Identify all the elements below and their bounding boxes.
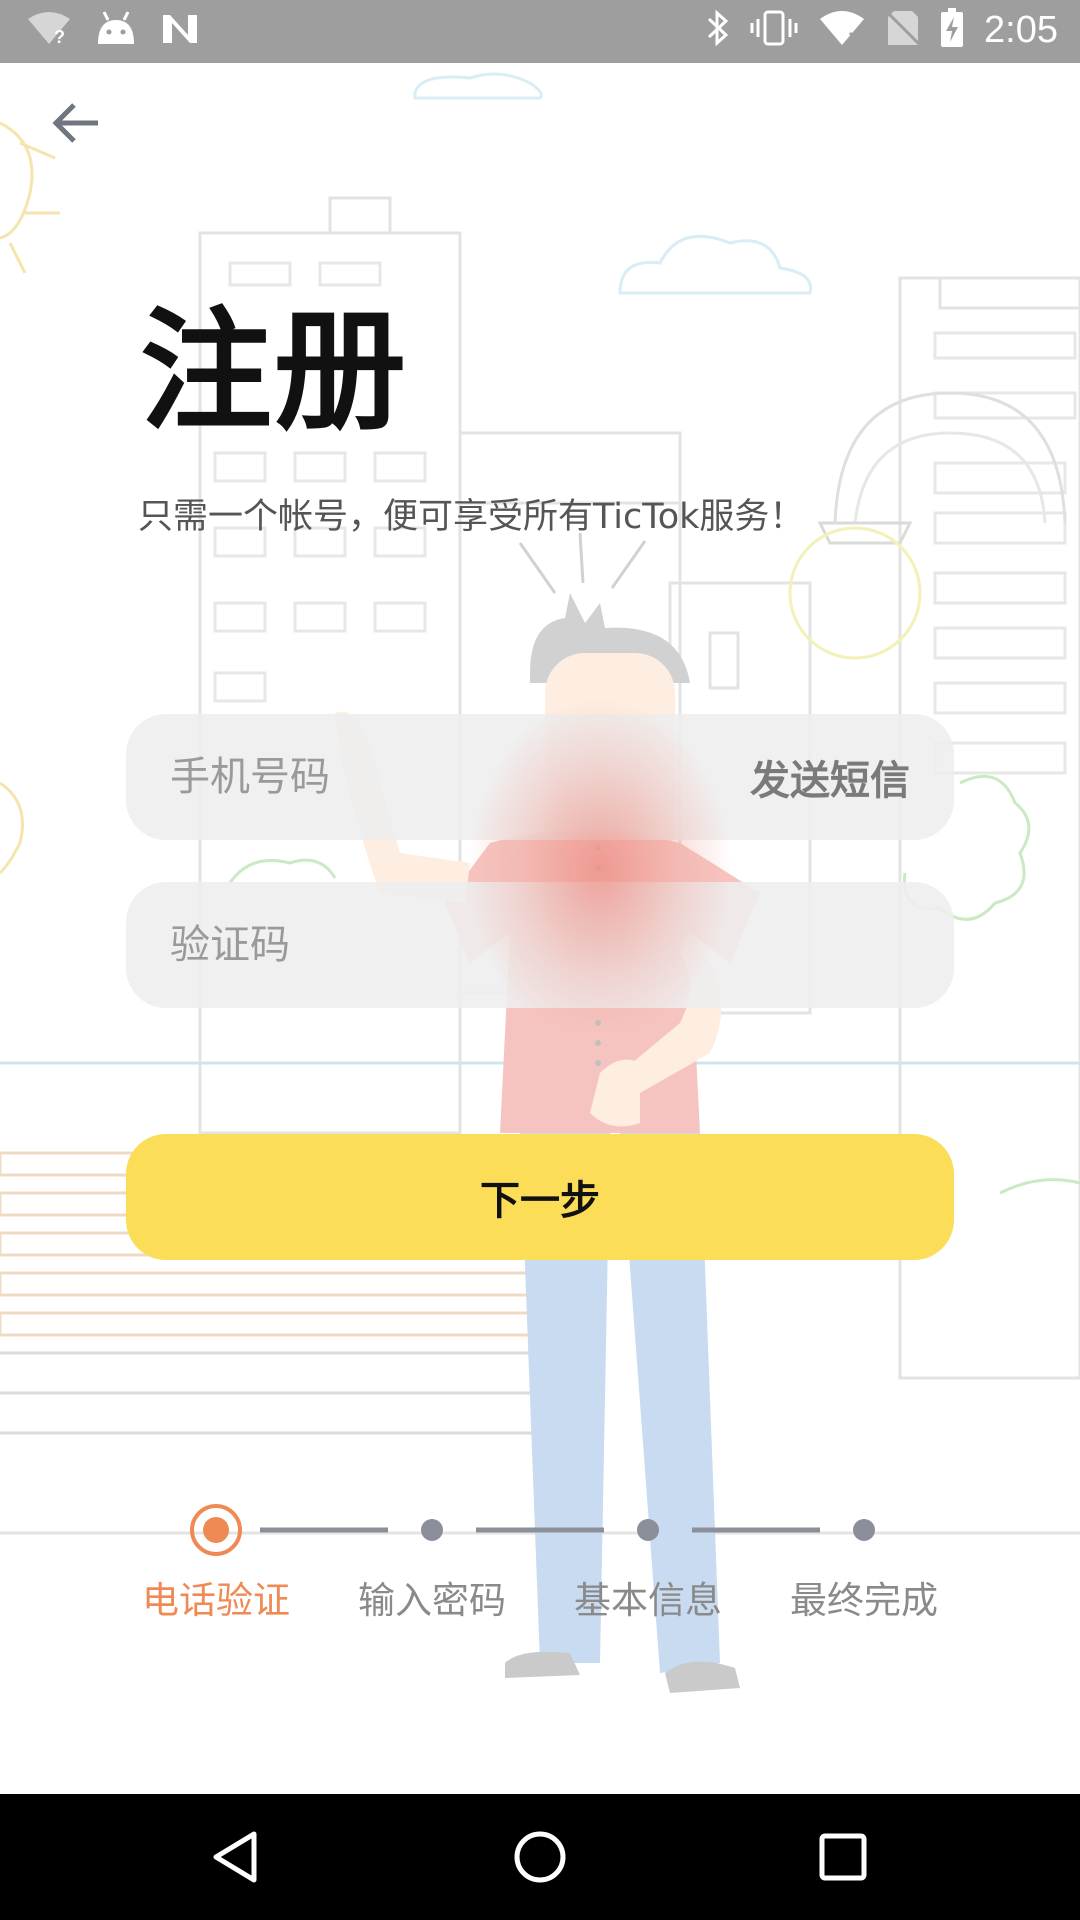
nav-home-icon bbox=[512, 1829, 568, 1889]
verification-code-input[interactable] bbox=[170, 922, 910, 968]
status-bar: ? 2:05 bbox=[0, 0, 1080, 63]
step-label-basic-info: 基本信息 bbox=[574, 1579, 722, 1622]
nav-recents-button[interactable] bbox=[808, 1824, 878, 1894]
nav-back-button[interactable] bbox=[200, 1824, 270, 1894]
n-icon bbox=[160, 11, 200, 49]
no-sim-icon bbox=[884, 9, 922, 51]
progress-steps: 电话验证 输入密码 基本信息 最终完成 bbox=[0, 1500, 1080, 1630]
status-time: 2:05 bbox=[984, 8, 1058, 51]
page-title: 注册 bbox=[140, 295, 408, 449]
battery-charging-icon bbox=[940, 8, 964, 52]
verification-code-field bbox=[126, 882, 954, 1008]
step-2-dot bbox=[421, 1519, 443, 1541]
navigation-bar bbox=[0, 1794, 1080, 1920]
android-icon bbox=[94, 10, 138, 50]
nav-recents-icon bbox=[818, 1832, 868, 1886]
send-sms-button[interactable]: 发送短信 bbox=[750, 748, 910, 806]
vibrate-icon bbox=[750, 9, 798, 51]
phone-input[interactable] bbox=[170, 754, 750, 800]
nav-back-icon bbox=[210, 1830, 260, 1888]
phone-field: 发送短信 bbox=[126, 714, 954, 840]
step-label-phone-verify: 电话验证 bbox=[142, 1579, 290, 1622]
step-label-enter-password: 输入密码 bbox=[358, 1579, 506, 1622]
next-button[interactable]: 下一步 bbox=[126, 1134, 954, 1260]
bluetooth-icon bbox=[706, 9, 730, 51]
back-button[interactable] bbox=[40, 95, 110, 155]
page-subtitle: 只需一个帐号，便可享受所有TicTok服务！ bbox=[138, 497, 805, 537]
step-label-finish: 最终完成 bbox=[790, 1579, 938, 1622]
progress-track bbox=[190, 1504, 875, 1556]
wifi-question-icon: ? bbox=[26, 11, 72, 49]
wifi-off-icon bbox=[818, 9, 866, 51]
step-3-dot bbox=[637, 1519, 659, 1541]
nav-home-button[interactable] bbox=[505, 1824, 575, 1894]
step-4-dot bbox=[853, 1519, 875, 1541]
arrow-left-icon bbox=[50, 101, 100, 149]
svg-text:?: ? bbox=[54, 27, 65, 45]
